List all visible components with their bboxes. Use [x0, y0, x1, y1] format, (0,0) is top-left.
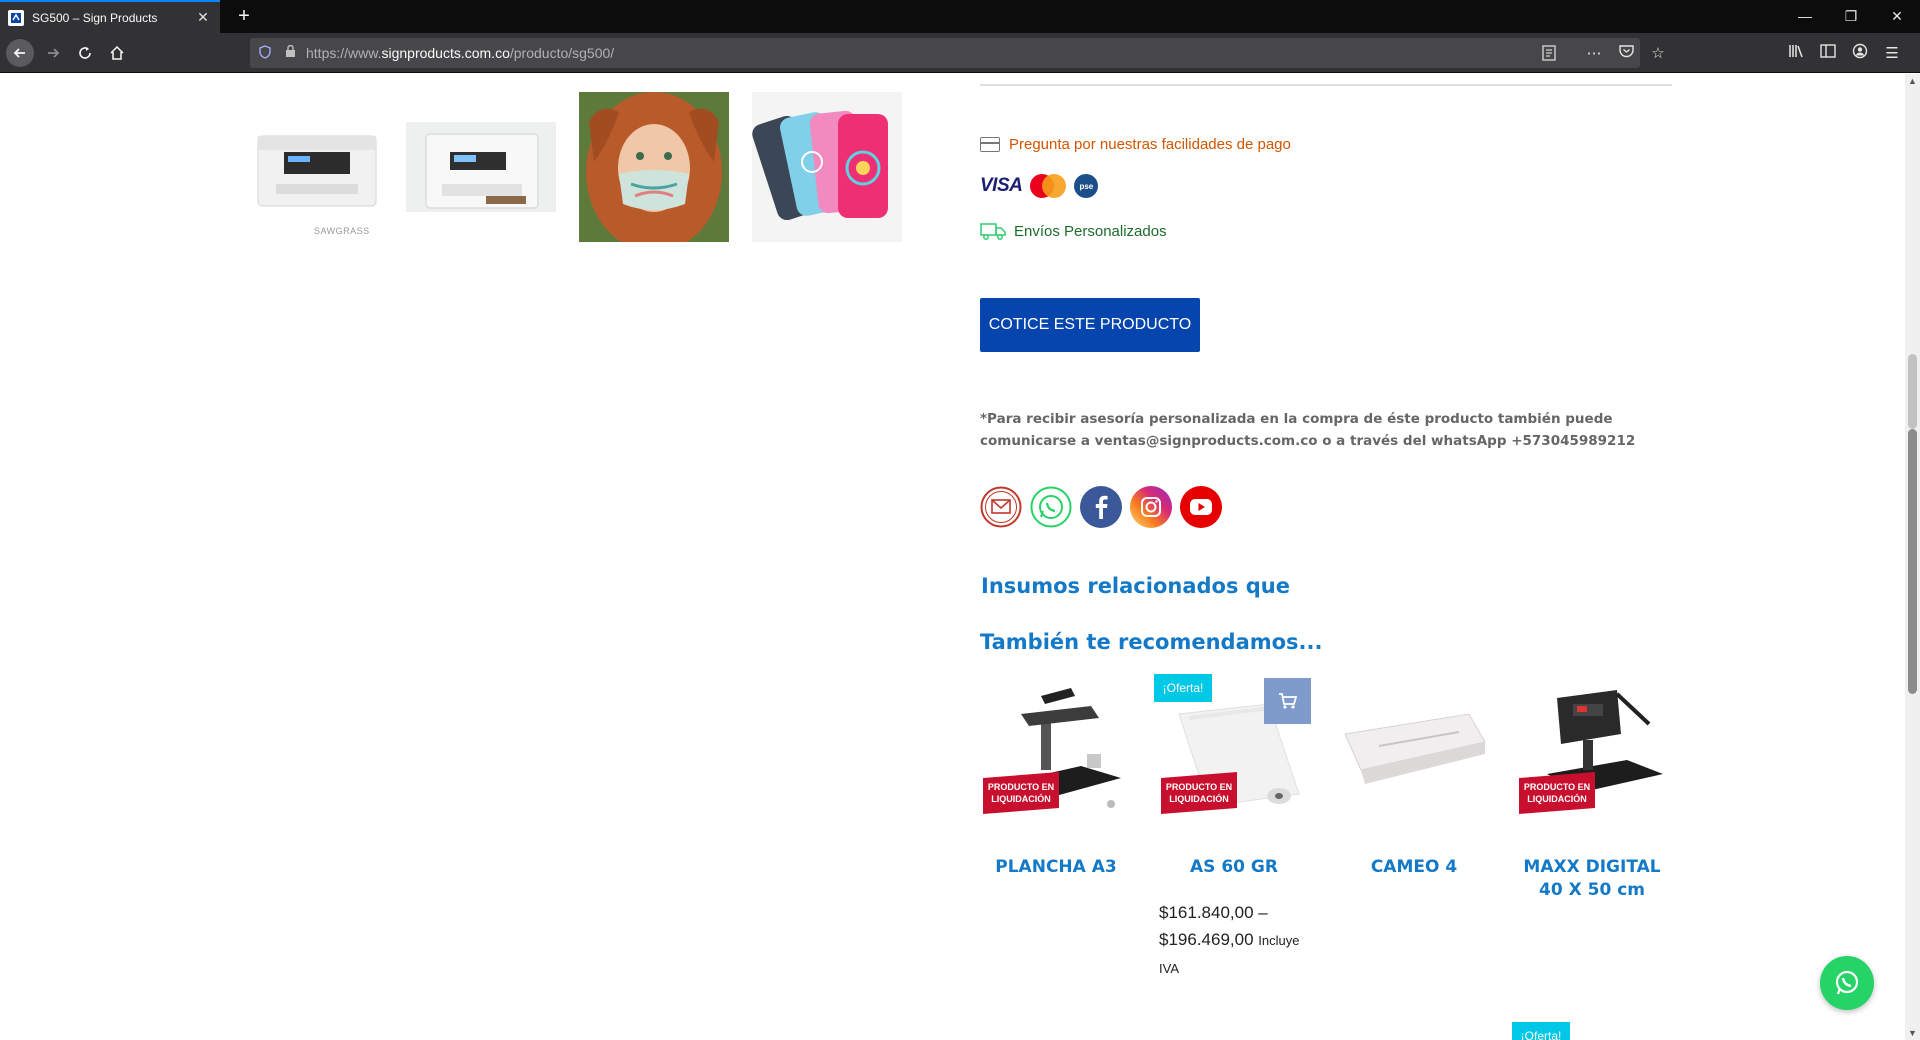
- pse-logo: pse: [1074, 174, 1099, 198]
- divider: [980, 84, 1672, 86]
- liquidation-badge-icon: PRODUCTO EN LIQUIDACIÓN: [983, 772, 1059, 814]
- scrollbar-thumb[interactable]: [1908, 429, 1917, 694]
- price-tax-note: Incluye: [1258, 933, 1300, 948]
- page-scrollbar[interactable]: ▲ ▼: [1905, 74, 1920, 1040]
- email-icon[interactable]: [980, 486, 1022, 528]
- close-window-icon[interactable]: ✕: [1874, 0, 1920, 33]
- svg-text:LIQUIDACIÓN: LIQUIDACIÓN: [1527, 793, 1587, 804]
- svg-text:LIQUIDACIÓN: LIQUIDACIÓN: [1169, 793, 1229, 804]
- reader-view-icon[interactable]: [1542, 38, 1556, 68]
- product-name[interactable]: MAXX DIGITAL 40 X 50 cm: [1517, 856, 1667, 902]
- page-actions: ⋯ ☆: [1578, 40, 1674, 66]
- sawgrass-caption: SAWGRASS: [314, 226, 370, 236]
- scroll-down-icon[interactable]: ▼: [1905, 1028, 1920, 1038]
- liquidation-badge-icon: PRODUCTO EN LIQUIDACIÓN: [1519, 772, 1595, 814]
- gallery-thumb-phone-cases[interactable]: [752, 92, 902, 242]
- reload-icon[interactable]: [72, 40, 98, 66]
- price-range-start: $161.840,00 –: [1159, 903, 1268, 922]
- svg-text:PRODUCTO EN: PRODUCTO EN: [1524, 782, 1590, 792]
- account-icon[interactable]: [1844, 43, 1876, 63]
- site-favicon-icon: [8, 9, 24, 26]
- facebook-icon[interactable]: [1080, 486, 1122, 528]
- product-card[interactable]: PRODUCTO EN LIQUIDACIÓN MAXX DIGITAL 40 …: [1517, 674, 1667, 902]
- url-bar[interactable]: https://www.signproducts.com.co/producto…: [250, 38, 1640, 68]
- product-price: $161.840,00 – $196.469,00 Incluye IVA: [1159, 899, 1309, 982]
- truck-icon: [980, 223, 1006, 240]
- product-image-maxx-digital[interactable]: PRODUCTO EN LIQUIDACIÓN: [1517, 674, 1667, 824]
- back-button-icon[interactable]: [6, 39, 34, 67]
- product-image-cameo-4[interactable]: [1339, 674, 1489, 824]
- gallery-thumb-printer-angle[interactable]: [406, 92, 556, 242]
- payment-info: Pregunta por nuestras facilidades de pag…: [980, 136, 1291, 153]
- hamburger-menu-icon[interactable]: ☰: [1876, 44, 1908, 62]
- forward-button-icon[interactable]: [40, 40, 66, 66]
- tab-close-icon[interactable]: ✕: [194, 9, 212, 26]
- quote-product-button[interactable]: COTICE ESTE PRODUCTO: [980, 298, 1200, 352]
- page-actions-menu-icon[interactable]: ⋯: [1578, 44, 1610, 62]
- add-to-cart-icon[interactable]: [1264, 678, 1311, 724]
- product-name[interactable]: PLANCHA A3: [981, 856, 1131, 879]
- whatsapp-icon[interactable]: [1030, 486, 1072, 528]
- visa-logo: VISA: [980, 175, 1023, 196]
- sidebar-toggle-icon[interactable]: [1812, 44, 1844, 62]
- whatsapp-float-button[interactable]: [1820, 956, 1874, 1010]
- url-text: https://www.signproducts.com.co/producto…: [306, 45, 615, 61]
- pocket-icon[interactable]: [1610, 44, 1642, 62]
- gallery-thumb-person-with-mask[interactable]: [579, 92, 729, 242]
- product-name[interactable]: AS 60 GR: [1159, 856, 1309, 879]
- new-tab-button[interactable]: +: [232, 4, 256, 28]
- product-card[interactable]: PRODUCTO EN LIQUIDACIÓN PLANCHA A3: [981, 674, 1131, 879]
- price-range-end: $196.469,00: [1159, 930, 1254, 949]
- recommend-heading: También te recomendamos...: [980, 630, 1323, 654]
- scroll-up-icon[interactable]: ▲: [1905, 76, 1920, 86]
- browser-tabbar: SG500 – Sign Products ✕ + — ❐ ✕: [0, 0, 1920, 33]
- bookmark-star-icon[interactable]: ☆: [1642, 44, 1674, 62]
- product-card[interactable]: CAMEO 4: [1339, 674, 1489, 879]
- page-content: SAWGRASS Pregunta por nuestras facilidad…: [0, 74, 1905, 1040]
- tab-title: SG500 – Sign Products: [32, 10, 158, 25]
- product-name[interactable]: CAMEO 4: [1339, 856, 1489, 879]
- tracking-shield-icon[interactable]: [250, 44, 280, 62]
- lock-icon[interactable]: [280, 44, 300, 61]
- toolbar-right: ☰: [1780, 40, 1908, 66]
- instagram-icon[interactable]: [1130, 486, 1172, 528]
- shipping-info: Envíos Personalizados: [980, 222, 1167, 240]
- minimize-window-icon[interactable]: —: [1782, 0, 1828, 33]
- sale-badge: ¡Oferta!: [1512, 1022, 1570, 1040]
- scrollbar-track-highlight: [1908, 354, 1917, 429]
- restore-window-icon[interactable]: ❐: [1828, 0, 1874, 33]
- sale-badge: ¡Oferta!: [1154, 674, 1212, 702]
- social-links: [980, 486, 1222, 528]
- browser-navbar: https://www.signproducts.com.co/producto…: [0, 33, 1920, 73]
- payment-text: Pregunta por nuestras facilidades de pag…: [1009, 136, 1291, 153]
- liquidation-badge-icon: PRODUCTO EN LIQUIDACIÓN: [1161, 772, 1237, 814]
- svg-text:PRODUCTO EN: PRODUCTO EN: [1166, 782, 1232, 792]
- product-image-plancha-a3[interactable]: PRODUCTO EN LIQUIDACIÓN: [981, 674, 1131, 824]
- svg-text:LIQUIDACIÓN: LIQUIDACIÓN: [991, 793, 1051, 804]
- shipping-text: Envíos Personalizados: [1014, 222, 1167, 240]
- youtube-icon[interactable]: [1180, 486, 1222, 528]
- credit-card-icon: [980, 137, 1000, 152]
- related-supplies-heading: Insumos relacionados que: [981, 574, 1290, 598]
- library-icon[interactable]: [1780, 44, 1812, 62]
- gallery-thumb-printer-front[interactable]: SAWGRASS: [246, 92, 396, 242]
- mastercard-logo-icon: [1030, 174, 1067, 198]
- advice-text: *Para recibir asesoría personalizada en …: [980, 411, 1636, 449]
- browser-tab-active[interactable]: SG500 – Sign Products ✕: [0, 0, 220, 33]
- price-tax-note-iva: IVA: [1159, 961, 1179, 976]
- home-icon[interactable]: [104, 40, 130, 66]
- svg-text:PRODUCTO EN: PRODUCTO EN: [988, 782, 1054, 792]
- payment-logos: VISA pse: [980, 174, 1099, 198]
